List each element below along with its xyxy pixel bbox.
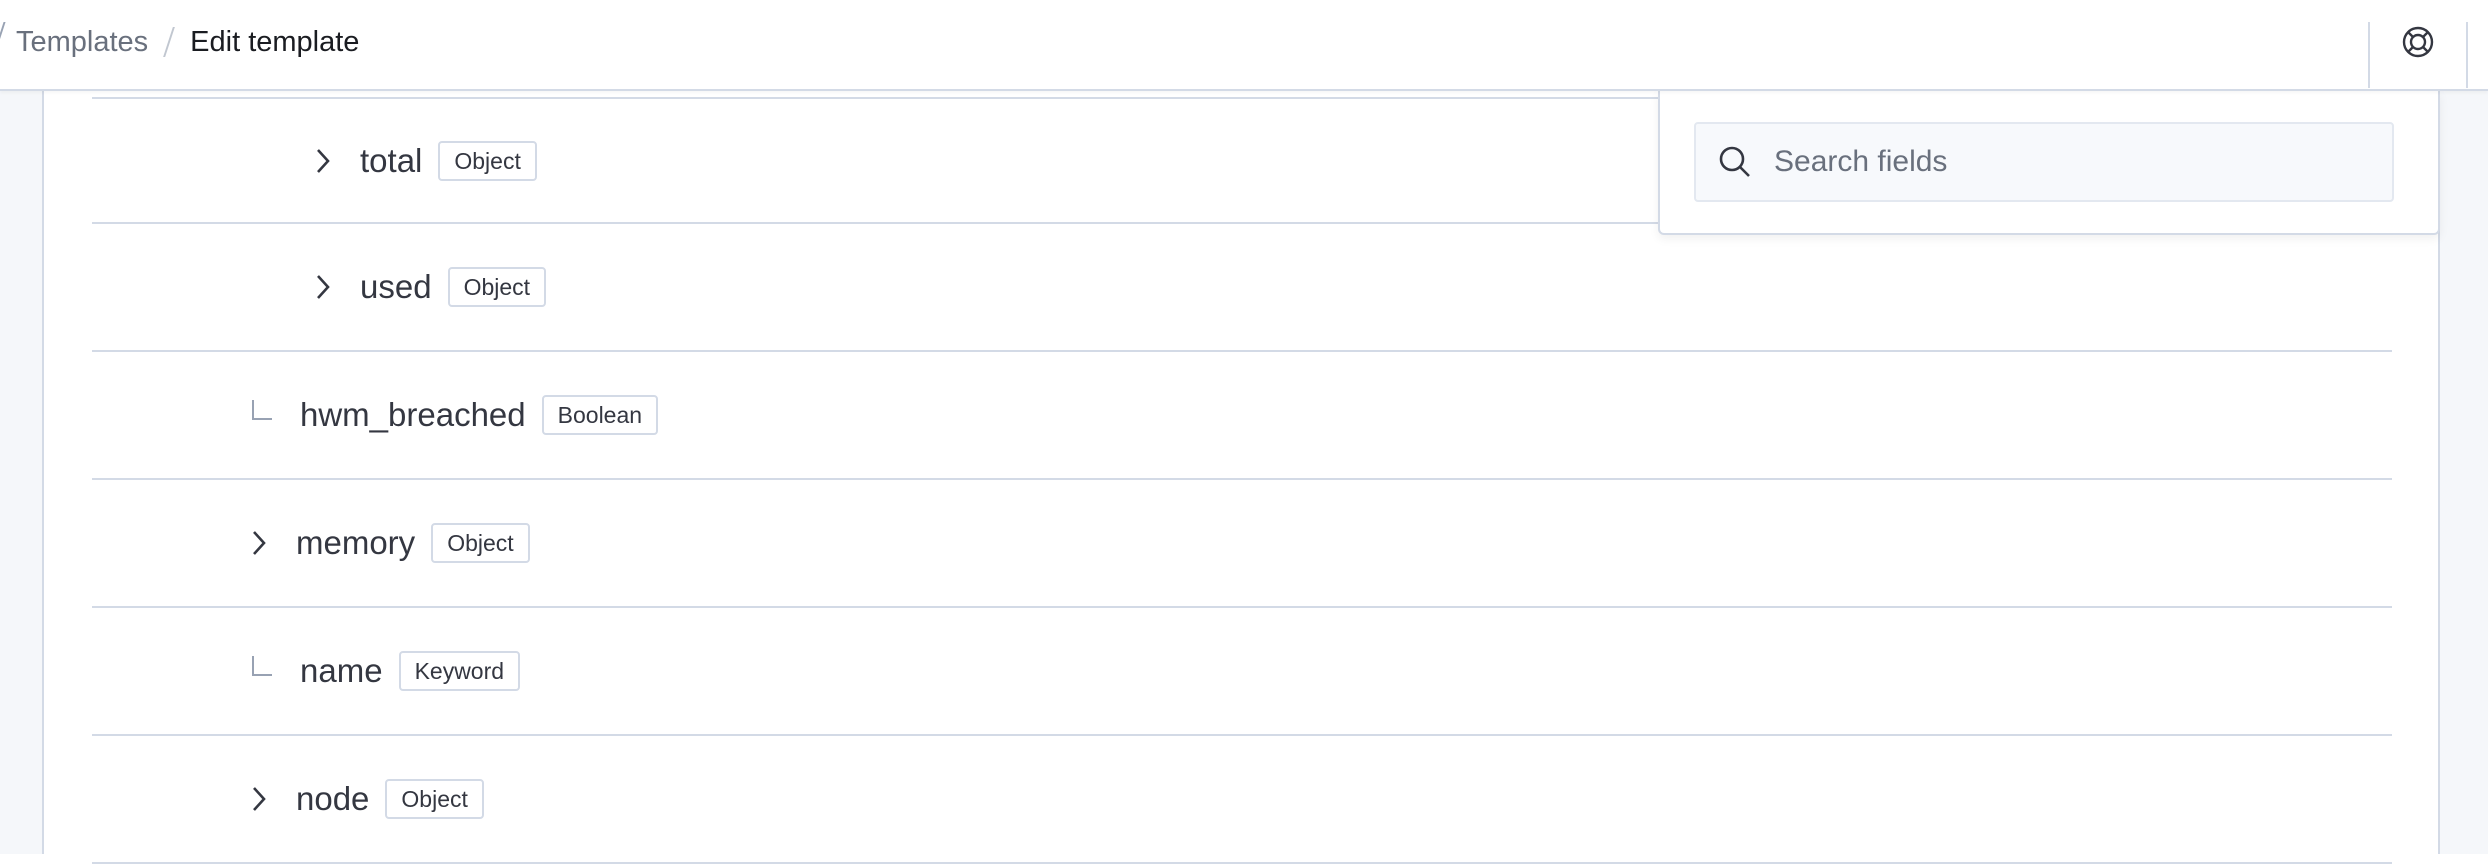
field-row-hwm-breached: hwm_breached Boolean bbox=[92, 352, 2392, 480]
breadcrumb-current: Edit template bbox=[190, 25, 360, 58]
expand-chevron-icon[interactable] bbox=[312, 272, 334, 302]
expand-chevron-icon[interactable] bbox=[248, 528, 270, 558]
tree-connector-icon bbox=[252, 400, 272, 420]
breadcrumb-templates-link[interactable]: Templates bbox=[16, 26, 148, 59]
help-lifebuoy-icon bbox=[2402, 26, 2434, 58]
top-header: Templates Edit template bbox=[0, 0, 2488, 91]
breadcrumb-separator bbox=[0, 22, 6, 44]
field-type-badge: Object bbox=[431, 523, 530, 563]
field-name: name bbox=[300, 652, 383, 689]
search-input[interactable] bbox=[1774, 145, 2374, 179]
field-type-badge: Object bbox=[447, 267, 547, 307]
field-name[interactable]: total bbox=[360, 142, 422, 180]
field-row-used: used Object bbox=[92, 224, 2392, 352]
field-name[interactable]: memory bbox=[296, 524, 415, 562]
field-row-memory: memory Object bbox=[92, 480, 2392, 608]
header-divider bbox=[2466, 22, 2468, 88]
tree-connector-icon bbox=[252, 656, 272, 676]
help-button[interactable] bbox=[2396, 20, 2440, 64]
breadcrumb-separator bbox=[163, 27, 176, 57]
field-type-badge: Object bbox=[385, 779, 484, 819]
search-icon bbox=[1716, 143, 1754, 181]
field-type-badge: Boolean bbox=[541, 395, 659, 435]
field-type-badge: Object bbox=[438, 140, 537, 181]
search-fields-panel bbox=[1658, 91, 2440, 235]
field-name[interactable]: node bbox=[296, 780, 369, 818]
search-field-container[interactable] bbox=[1694, 122, 2394, 202]
expand-chevron-icon[interactable] bbox=[248, 784, 270, 814]
field-name: hwm_breached bbox=[300, 396, 526, 433]
header-divider bbox=[2368, 22, 2370, 88]
field-type-badge: Keyword bbox=[398, 651, 521, 691]
field-name[interactable]: used bbox=[360, 268, 432, 306]
breadcrumb: Templates Edit template bbox=[16, 0, 359, 84]
expand-chevron-icon[interactable] bbox=[312, 146, 334, 176]
field-row-name: name Keyword bbox=[92, 608, 2392, 736]
field-row-node: node Object bbox=[92, 736, 2392, 864]
